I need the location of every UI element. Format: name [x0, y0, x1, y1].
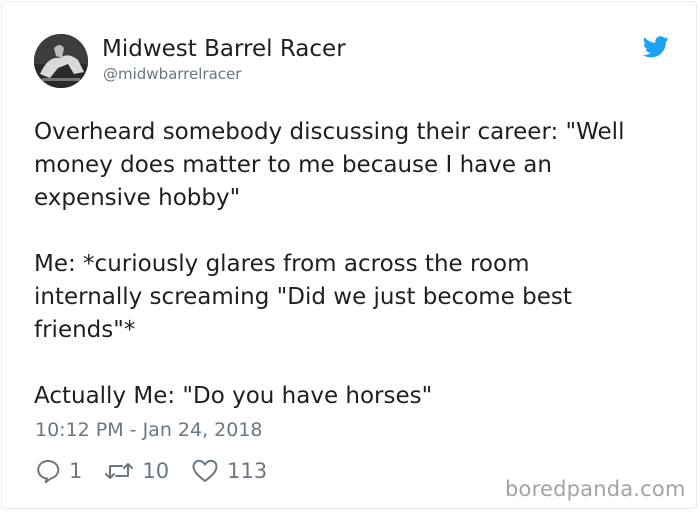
tweet-timestamp[interactable]: 10:12 PM - Jan 24, 2018 [35, 419, 263, 441]
author-handle[interactable]: @midwbarrelracer [103, 65, 241, 83]
author-display-name[interactable]: Midwest Barrel Racer [102, 36, 346, 62]
retweet-count: 10 [142, 459, 170, 483]
tweet-line: Overheard somebody discussing their care… [34, 119, 625, 145]
like-button[interactable]: 113 [191, 458, 267, 484]
reply-count: 1 [69, 459, 83, 483]
like-count: 113 [227, 459, 268, 483]
reply-bubble-icon [37, 460, 60, 484]
watermark: boredpanda.com [505, 477, 686, 501]
tweet-line: friends"* [34, 317, 136, 343]
tweet-line: Me: *curiously glares from across the ro… [34, 251, 530, 277]
tweet-text: Overheard somebody discussing their care… [34, 116, 674, 413]
heart-icon [192, 459, 218, 482]
reply-button[interactable]: 1 [35, 458, 82, 484]
avatar[interactable] [34, 34, 88, 88]
twitter-bird-icon[interactable] [643, 36, 669, 58]
tweet-line: Actually Me: "Do you have horses" [34, 383, 433, 409]
retweet-button[interactable]: 10 [104, 458, 169, 484]
tweet-card: Midwest Barrel Racer @midwbarrelracer Ov… [1, 1, 697, 509]
tweet-line: money does matter to me because I have a… [34, 152, 552, 178]
avatar-photo [34, 34, 88, 88]
tweet-line: internally screaming "Did we just become… [34, 284, 572, 310]
tweet-actions: 1 10 113 [35, 456, 289, 486]
tweet-line: expensive hobby" [34, 185, 241, 211]
retweet-icon [105, 463, 134, 479]
